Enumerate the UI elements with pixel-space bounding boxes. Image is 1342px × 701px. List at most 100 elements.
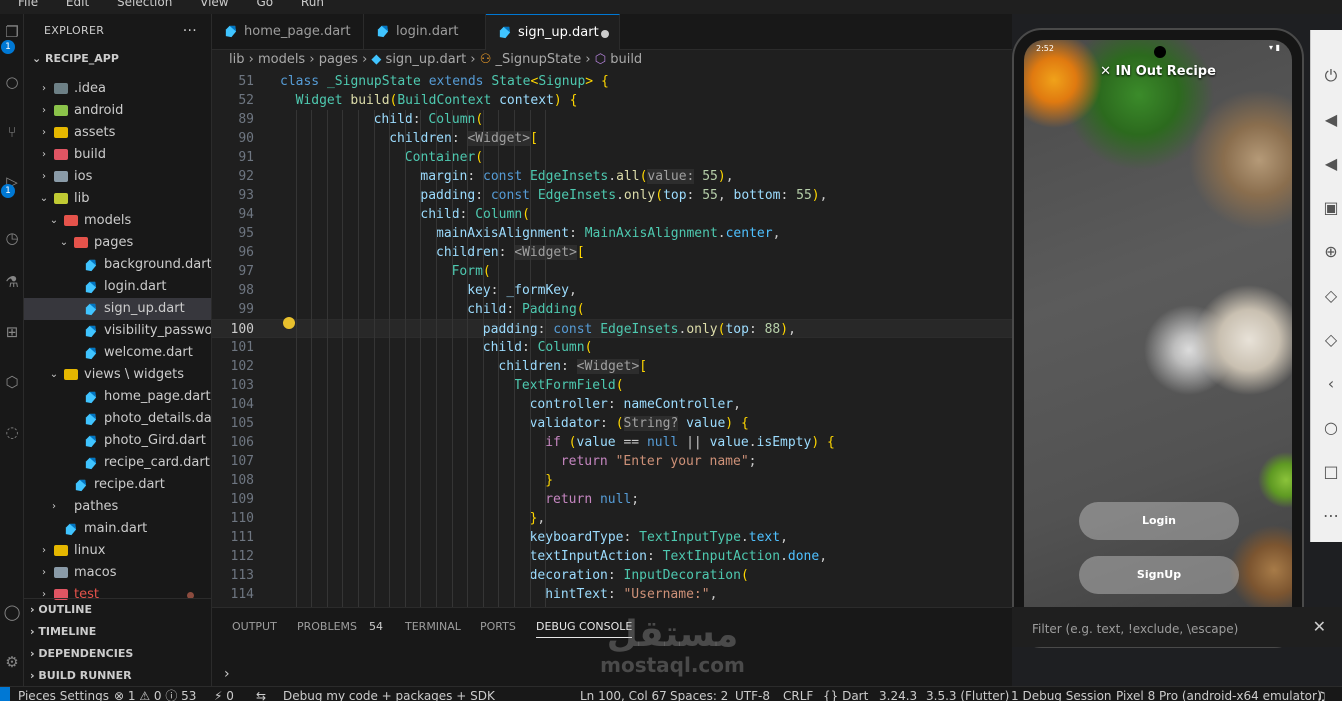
menu-go[interactable]: Go xyxy=(256,0,273,9)
code-line[interactable]: 52 Widget build(BuildContext context) { xyxy=(212,91,1012,110)
breadcrumb-item[interactable]: models xyxy=(258,52,305,67)
folder-item[interactable]: › assets xyxy=(24,122,211,144)
volume-up-icon[interactable]: ◀ xyxy=(1319,108,1342,132)
panel-tab-ports[interactable]: PORTS xyxy=(480,620,516,633)
folder-item[interactable]: ⌄ lib xyxy=(24,188,211,210)
search-icon[interactable]: ○ xyxy=(0,70,24,94)
camera-icon[interactable]: ▣ xyxy=(1319,196,1342,220)
debug-mode[interactable]: Debug my code + packages + SDK xyxy=(283,687,495,701)
line-endings[interactable]: CRLF xyxy=(783,687,813,701)
section-dependencies[interactable]: › DEPENDENCIES xyxy=(24,643,211,665)
timer-icon[interactable]: ◷ xyxy=(0,226,24,250)
folder-item[interactable]: › android xyxy=(24,100,211,122)
code-line[interactable]: 90 children: <Widget>[ xyxy=(212,129,1012,148)
panel-tab-problems[interactable]: PROBLEMS 54 xyxy=(297,620,383,633)
code-line[interactable]: 89child: Column( xyxy=(212,110,1012,129)
signup-button[interactable]: SignUp xyxy=(1079,556,1239,594)
docker-icon[interactable]: ⬡ xyxy=(0,370,24,394)
code-line[interactable]: 110}, xyxy=(212,509,1012,528)
pieces-settings[interactable]: Pieces Settings xyxy=(18,687,109,701)
folder-item[interactable]: ⌄ views \ widgets xyxy=(24,364,211,386)
back-icon[interactable]: ‹ xyxy=(1319,372,1342,396)
project-root[interactable]: ⌄ RECIPE_APP xyxy=(24,48,211,70)
panel-tab-output[interactable]: OUTPUT xyxy=(232,620,277,633)
code-line[interactable]: 103 TextFormField( xyxy=(212,376,1012,395)
panel-tab-terminal[interactable]: TERMINAL xyxy=(405,620,461,633)
code-line[interactable]: 94child: Column( xyxy=(212,205,1012,224)
chat-icon[interactable]: ◌ xyxy=(0,420,24,444)
chevron-down-icon[interactable]: ⌄ xyxy=(58,232,70,254)
breadcrumb-item[interactable]: pages xyxy=(319,52,358,67)
code-line[interactable]: 99 child: Padding( xyxy=(212,300,1012,319)
code-line[interactable]: 107 return "Enter your name"; xyxy=(212,452,1012,471)
tab-home-page[interactable]: home_page.dart xyxy=(212,14,364,50)
testing-icon[interactable]: ⚗ xyxy=(0,270,24,294)
menu-run[interactable]: Run xyxy=(301,0,324,9)
folder-item[interactable]: › macos xyxy=(24,562,211,584)
menu-edit[interactable]: Edit xyxy=(66,0,89,9)
device-selector[interactable]: Pixel 8 Pro (android-x64 emulator) xyxy=(1116,687,1322,701)
code-line[interactable]: 112 textInputAction: TextInputAction.done… xyxy=(212,547,1012,566)
file-item[interactable]: photo_details.dart xyxy=(24,408,211,430)
extensions-icon[interactable]: ⊞ xyxy=(0,320,24,344)
overview-icon[interactable]: □ xyxy=(1319,460,1342,484)
folder-item[interactable]: ⌄ pages xyxy=(24,232,211,254)
chevron-right-icon[interactable]: › xyxy=(38,78,50,100)
chevron-down-icon[interactable]: ⌄ xyxy=(48,210,60,232)
folder-item[interactable]: › linux xyxy=(24,540,211,562)
folder-item[interactable]: ⌄ models xyxy=(24,210,211,232)
code-line[interactable]: 114 hintText: "Username:", xyxy=(212,585,1012,604)
code-line[interactable]: 102 children: <Widget>[ xyxy=(212,357,1012,376)
home-icon[interactable]: ○ xyxy=(1319,416,1342,440)
file-item[interactable]: welcome.dart xyxy=(24,342,211,364)
settings-gear-icon[interactable]: ⚙ xyxy=(0,650,24,674)
chevron-right-icon[interactable]: › xyxy=(38,166,50,188)
file-item[interactable]: sign_up.dart xyxy=(24,298,211,320)
section-timeline[interactable]: › TIMELINE xyxy=(24,621,211,643)
zoom-icon[interactable]: ⊕ xyxy=(1319,240,1342,264)
folder-item[interactable]: › build xyxy=(24,144,211,166)
problems-status[interactable]: ⊗ 1 ⚠ 0 ⓘ 53 xyxy=(114,687,196,701)
file-item[interactable]: recipe_card.dart xyxy=(24,452,211,474)
file-item[interactable]: visibility_passwor... xyxy=(24,320,211,342)
menu-selection[interactable]: Selection xyxy=(117,0,172,9)
encoding[interactable]: UTF-8 xyxy=(735,687,770,701)
indentation[interactable]: Spaces: 2 xyxy=(670,687,728,701)
code-line[interactable]: 93 padding: const EdgeInsets.only(top: 55… xyxy=(212,186,1012,205)
rotate-left-icon[interactable]: ◇ xyxy=(1319,284,1342,308)
folder-item[interactable]: › .idea xyxy=(24,78,211,100)
code-line[interactable]: 104 controller: nameController, xyxy=(212,395,1012,414)
power-icon[interactable]: ⏻ xyxy=(1319,64,1342,88)
code-line[interactable]: 95 mainAxisAlignment: MainAxisAlignment.c… xyxy=(212,224,1012,243)
code-line[interactable]: 105 validator: (String? value) { xyxy=(212,414,1012,433)
chevron-right-icon[interactable]: › xyxy=(48,496,60,518)
code-line[interactable]: 97 Form( xyxy=(212,262,1012,281)
code-line[interactable]: 113 decoration: InputDecoration( xyxy=(212,566,1012,585)
ellipsis-icon[interactable]: ··· xyxy=(183,14,197,48)
folder-item[interactable]: › pathes xyxy=(24,496,211,518)
lightbulb-icon[interactable] xyxy=(283,317,295,329)
source-control-icon[interactable]: ⑂ xyxy=(0,120,24,144)
file-item[interactable]: home_page.dart xyxy=(24,386,211,408)
breadcrumb-item[interactable]: sign_up.dart xyxy=(386,52,467,67)
code-line[interactable]: 106 if (value == null || value.isEmpty) { xyxy=(212,433,1012,452)
notifications-bell-icon[interactable]: ♫ xyxy=(1316,687,1327,701)
file-item[interactable]: background.dart xyxy=(24,254,211,276)
chevron-down-icon[interactable]: ⌄ xyxy=(38,188,50,210)
unsaved-dot-icon[interactable] xyxy=(601,30,609,38)
chevron-right-icon[interactable]: › xyxy=(38,562,50,584)
chevron-right-icon[interactable]: › xyxy=(38,100,50,122)
tab-sign-up[interactable]: sign_up.dart xyxy=(486,14,620,50)
chevron-down-icon[interactable]: ⌄ xyxy=(48,364,60,386)
breadcrumb-item[interactable]: lib xyxy=(229,52,244,67)
code-line[interactable]: 111 keyboardType: TextInputType.text, xyxy=(212,528,1012,547)
code-line[interactable]: 100 padding: const EdgeInsets.only(top: 8… xyxy=(212,319,1012,338)
tab-login[interactable]: login.dart xyxy=(364,14,486,50)
menu-view[interactable]: View xyxy=(200,0,228,9)
phone-screen[interactable]: 2:52 ▾ ▮ ✕ IN Out Recipe Login SignUp xyxy=(1024,40,1292,638)
chevron-right-icon[interactable]: › xyxy=(38,540,50,562)
dart-version[interactable]: 3.24.3 xyxy=(879,687,917,701)
rotate-right-icon[interactable]: ◇ xyxy=(1319,328,1342,352)
language-mode[interactable]: {} Dart xyxy=(823,687,868,701)
cursor-position[interactable]: Ln 100, Col 67 xyxy=(580,687,667,701)
